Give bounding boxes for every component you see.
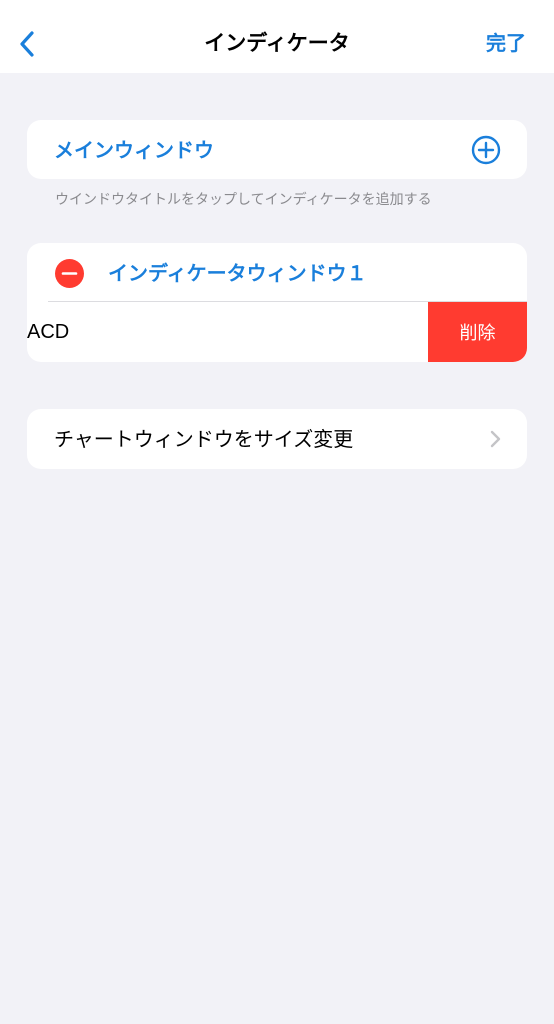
plus-circle-icon <box>471 135 501 165</box>
resize-chart-window-row[interactable]: チャートウィンドウをサイズ変更 <box>27 409 527 469</box>
remove-window-button[interactable] <box>55 259 84 288</box>
resize-label: チャートウィンドウをサイズ変更 <box>54 427 354 451</box>
done-button[interactable]: 完了 <box>486 28 526 58</box>
indicator-window-card: インディケータウィンドウ１ ACD 削除 <box>27 243 527 362</box>
main-window-title[interactable]: メインウィンドウ <box>54 135 214 165</box>
hint-text: ウインドウタイトルをタップしてインディケータを追加する <box>55 192 432 208</box>
add-indicator-button[interactable] <box>471 135 501 165</box>
indicator-window-title[interactable]: インディケータウィンドウ１ <box>108 258 367 288</box>
indicator-item-label[interactable]: ACD <box>27 317 69 347</box>
page-title: インディケータ <box>204 31 350 55</box>
navigation-bar: インディケータ 完了 <box>0 0 554 73</box>
chevron-right-icon <box>490 430 501 448</box>
main-window-card: メインウィンドウ <box>27 120 527 179</box>
delete-button[interactable]: 削除 <box>428 302 527 362</box>
minus-circle-icon <box>55 259 84 288</box>
